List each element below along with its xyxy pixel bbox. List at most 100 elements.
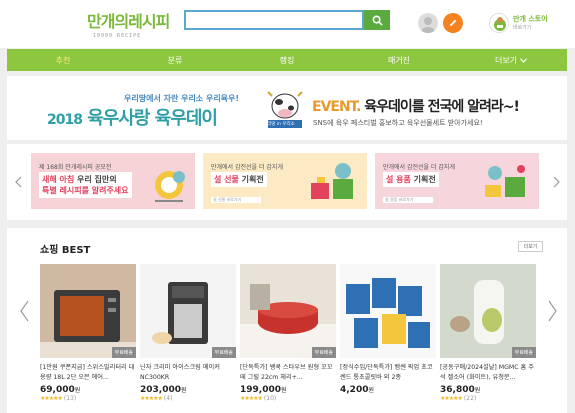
chevron-down-icon (520, 57, 527, 63)
product-rating: ★★★★★ (4) (140, 395, 236, 402)
price-unit: 원 (74, 387, 81, 394)
promo-eyebrow: 제 168회 만개레시피 공모전 (39, 164, 112, 171)
promo-headline-2: 특별 레시피를 알려주세요 (42, 186, 129, 195)
user-avatar[interactable] (418, 13, 438, 33)
review-count: (22) (463, 395, 477, 402)
product-price: 36,800원 (440, 385, 536, 395)
product-name: 닌자 크리미 아이스크림 메이커 NC300KR (140, 364, 220, 381)
shopping-best-section: 쇼핑 BEST 더보기 무료배송 [1만원 쿠폰지급] 스위스밀리터리 대용량 … (7, 228, 567, 413)
promo-illustration (311, 163, 353, 199)
product-image-cocotte: 무료배송 (240, 264, 336, 358)
price-value: 69,000 (40, 385, 75, 395)
chevron-left-icon (19, 300, 28, 322)
search-input[interactable] (186, 16, 362, 33)
review-count: (13) (63, 395, 77, 402)
banner-title: 육우사랑 육우데이 (87, 108, 218, 129)
promo-card-supplies[interactable]: 만개에서 감전선을 더 갑지게 설 용품 기획전 설 용품 바로가기 (375, 153, 539, 209)
promo-headline: 새해 아침 우리 집만의 특별 레시피를 알려주세요 (39, 172, 132, 198)
promo-link-bar: 설 용품 바로가기 (383, 197, 433, 203)
product-name: [공동구매/2024설날] MGMC 홈 주석 젤소어 (화이트), 유청분..… (440, 364, 534, 381)
cow-caption: 우리땅 in 우리소 (263, 122, 295, 127)
nav-label: 분류 (167, 55, 183, 65)
nav-label: 더보기 (494, 55, 518, 65)
main-nav: 추천 분류 랭킹 매거진 더보기 (7, 49, 567, 71)
carousel-next-button[interactable] (549, 172, 563, 192)
logo-subtext: 10000 RECIPE (93, 33, 142, 39)
product-price: 199,000원 (240, 385, 336, 395)
promo-carousel: 제 168회 만개레시피 공모전 새해 아침 우리 집만의 특별 레시피를 알려… (7, 144, 567, 220)
price-value: 4,200 (340, 385, 369, 395)
product-image-kettle: 무료배송 (440, 264, 536, 358)
event-title: 육우데이를 전국에 알려라~! (364, 99, 520, 115)
nav-label: 랭킹 (279, 55, 295, 65)
chevron-right-icon (548, 300, 557, 322)
more-button[interactable]: 더보기 (518, 241, 543, 252)
price-value: 203,000 (140, 385, 181, 395)
nav-item-ranking[interactable]: 랭킹 (231, 49, 343, 71)
price-value: 36,800 (440, 385, 475, 395)
price-unit: 원 (474, 387, 481, 394)
free-shipping-badge: 무료배송 (311, 347, 336, 358)
search-button[interactable] (364, 10, 390, 30)
banner-subtext: SNS에 육우 페스티벌 홍보하고 육우선물세트 받아가세요! (313, 119, 483, 127)
product-price: 4,200원 (340, 385, 436, 395)
chevron-left-icon (14, 176, 21, 188)
nav-label: 추천 (55, 55, 71, 65)
pencil-icon (450, 19, 457, 26)
product-name: [1만원 쿠폰지급] 스위스밀리터리 대용량 18L 2단 오븐 에어... (40, 364, 135, 381)
shop-next-button[interactable] (545, 296, 559, 326)
event-banner[interactable]: 우리땅에서 자란 우리소 우리육우! 2018 육우사랑 육우데이 우리땅 in… (7, 76, 567, 140)
product-card[interactable]: [정식수입/단독특가] 뱀쎈 픽업 초코쎈드 통초콜릿바 외 2종 4,200원 (340, 264, 436, 395)
shop-prev-button[interactable] (17, 296, 31, 326)
product-rating: ★★★★★ (10) (240, 395, 336, 402)
product-card[interactable]: 무료배송 [공동구매/2024설날] MGMC 홈 주석 젤소어 (화이트), … (440, 264, 536, 402)
rating-stars: ★★★★★ (440, 395, 463, 402)
carousel-prev-button[interactable] (11, 172, 25, 192)
review-count: (4) (163, 395, 173, 402)
product-image-chocolate (340, 264, 436, 358)
free-shipping-badge: 무료배송 (511, 347, 536, 358)
promo-headline: 설 선물 기획전 (211, 172, 267, 187)
nav-label: 매거진 (387, 55, 411, 65)
promo-eyebrow: 만개에서 감전선을 더 갑지게 (211, 164, 283, 171)
product-card[interactable]: 무료배송 닌자 크리미 아이스크림 메이커 NC300KR 203,000원 ★… (140, 264, 236, 402)
product-card[interactable]: 무료배송 [단독특가] 쌩쿡 스타우브 원형 꼬꼬떼 그릴 22cm 체리+..… (240, 264, 336, 402)
price-unit: 원 (181, 387, 187, 394)
write-recipe-button[interactable] (443, 13, 463, 33)
banner-tagline: 우리땅에서 자란 우리소 우리육우! (124, 94, 240, 103)
rating-stars: ★★★★★ (140, 395, 163, 402)
section-title: 쇼핑 BEST (40, 245, 91, 256)
promo-eyebrow: 만개에서 감전선을 더 갑지게 (383, 164, 455, 171)
promo-card-contest[interactable]: 제 168회 만개레시피 공모전 새해 아침 우리 집만의 특별 레시피를 알려… (31, 153, 195, 209)
free-shipping-badge: 무료배송 (111, 347, 136, 358)
nav-item-recommend[interactable]: 추천 (7, 49, 119, 71)
store-link[interactable]: 만개 스토어 바로가기 (489, 12, 569, 36)
store-subtitle: 바로가기 (513, 25, 532, 31)
product-image-ice-cream-maker: 무료배송 (140, 264, 236, 358)
search-box (184, 10, 364, 33)
promo-headline-1: 설 용품 (386, 175, 411, 184)
product-rating: ★★★★★ (22) (440, 395, 536, 402)
chevron-right-icon (553, 176, 560, 188)
user-icon (421, 17, 435, 33)
product-price: 203,000원 (140, 385, 236, 395)
cow-mascot-image: 우리땅 in 우리소 (262, 86, 308, 132)
promo-card-gift[interactable]: 만개에서 감전선을 더 갑지게 설 선물 기획전 설 선물 바로가기 (203, 153, 367, 209)
rating-stars: ★★★★★ (40, 395, 63, 402)
promo-headline-1b: 우리 집만의 (77, 175, 117, 184)
promo-illustration (155, 171, 185, 202)
site-logo[interactable]: 만개의레시피 10000 RECIPE (87, 8, 177, 42)
event-label: EVENT. (312, 99, 361, 115)
header: 만개의레시피 10000 RECIPE 만개 스토어 바로가기 (0, 0, 575, 48)
nav-item-category[interactable]: 분류 (119, 49, 231, 71)
search-icon (372, 15, 383, 26)
price-value: 199,000 (240, 385, 281, 395)
store-icon (489, 13, 509, 33)
product-card[interactable]: 무료배송 [1만원 쿠폰지급] 스위스밀리터리 대용량 18L 2단 오븐 에어… (40, 264, 136, 402)
nav-item-more[interactable]: 더보기 (455, 49, 567, 71)
promo-headline-1: 설 선물 (214, 175, 239, 184)
product-price: 69,000원 (40, 385, 136, 395)
promo-illustration (485, 165, 525, 197)
product-name: [단독특가] 쌩쿡 스타우브 원형 꼬꼬떼 그릴 22cm 체리+... (240, 364, 333, 381)
nav-item-magazine[interactable]: 매거진 (343, 49, 455, 71)
